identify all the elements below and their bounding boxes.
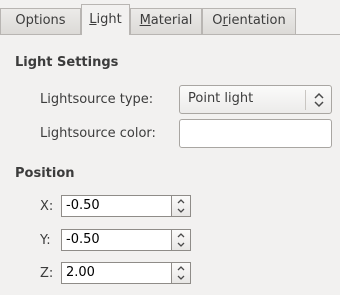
combo-updown-icon (313, 91, 325, 109)
y-increment-button[interactable] (172, 230, 190, 240)
z-input[interactable]: 2.00 (61, 262, 171, 284)
tab-light[interactable]: Light (81, 4, 130, 35)
tab-orientation-label: ientation (227, 13, 286, 28)
x-label: X: (40, 199, 54, 214)
lightsource-color-button[interactable] (179, 119, 332, 148)
lightsource-type-combo[interactable]: Point light (179, 85, 332, 114)
tab-divider (0, 34, 340, 35)
z-spinbutton: 2.00 (61, 262, 191, 284)
chevron-up-icon (177, 266, 185, 271)
tab-light-label: ight (96, 12, 122, 27)
z-spin-arrows (171, 262, 191, 284)
lightsource-color-label: Lightsource color: (40, 126, 156, 141)
x-spin-arrows (171, 195, 191, 217)
chevron-up-icon (177, 233, 185, 238)
position-title: Position (15, 166, 75, 181)
x-increment-button[interactable] (172, 196, 190, 206)
tab-light-mnemonic: L (89, 12, 97, 27)
y-decrement-button[interactable] (172, 240, 190, 250)
z-decrement-button[interactable] (172, 273, 190, 283)
y-label: Y: (40, 233, 51, 248)
z-label: Z: (40, 266, 54, 281)
y-spinbutton: -0.50 (61, 229, 191, 251)
x-spinbutton: -0.50 (61, 195, 191, 217)
y-spin-arrows (171, 229, 191, 251)
lightsource-type-label: Lightsource type: (40, 92, 154, 107)
tab-options[interactable]: Options (0, 8, 81, 34)
x-decrement-button[interactable] (172, 206, 190, 216)
chevron-down-icon (177, 242, 185, 247)
y-input[interactable]: -0.50 (61, 229, 171, 251)
z-increment-button[interactable] (172, 263, 190, 273)
chevron-up-icon (177, 199, 185, 204)
tab-material-mnemonic: M (139, 13, 151, 28)
tab-bar: Options Light Material Orientation (0, 0, 340, 35)
chevron-down-icon (177, 275, 185, 280)
tab-material[interactable]: Material (130, 8, 202, 34)
chevron-down-icon (177, 208, 185, 213)
tab-material-label: aterial (150, 13, 193, 28)
light-settings-title: Light Settings (15, 55, 119, 70)
lightsource-type-value: Point light (188, 91, 254, 106)
combo-separator (305, 90, 306, 110)
tab-orientation-pre: O (212, 13, 223, 28)
x-input[interactable]: -0.50 (61, 195, 171, 217)
tab-orientation[interactable]: Orientation (202, 8, 296, 34)
tab-options-label: Options (15, 13, 66, 28)
